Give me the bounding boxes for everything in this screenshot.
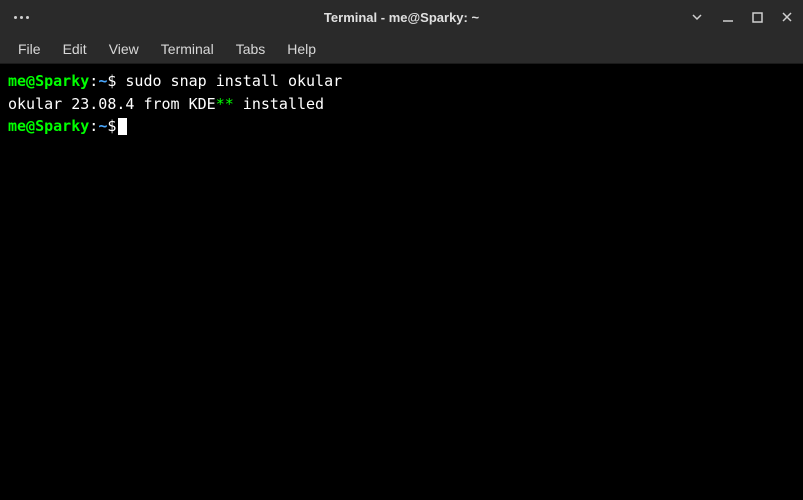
prompt-symbol: $ [107, 117, 116, 135]
terminal-line-3: me@Sparky:~$ [8, 115, 795, 138]
output-text: okular 23.08.4 from KDE [8, 95, 216, 113]
menu-view[interactable]: View [99, 37, 149, 61]
menubar: File Edit View Terminal Tabs Help [0, 34, 803, 64]
terminal-body[interactable]: me@Sparky:~$ sudo snap install okular ok… [0, 64, 803, 500]
command-text: sudo snap install okular [116, 72, 342, 90]
titlebar: Terminal - me@Sparky: ~ [0, 0, 803, 34]
window-title: Terminal - me@Sparky: ~ [324, 10, 479, 25]
menu-file[interactable]: File [8, 37, 51, 61]
prompt-colon: : [89, 117, 98, 135]
collapse-button[interactable] [690, 10, 704, 24]
window-menu-icon[interactable] [0, 16, 29, 19]
verified-marker: ** [216, 95, 234, 113]
close-button[interactable] [781, 11, 793, 23]
maximize-button[interactable] [752, 12, 763, 23]
prompt-userhost: me@Sparky [8, 72, 89, 90]
output-text: installed [234, 95, 324, 113]
menu-edit[interactable]: Edit [53, 37, 97, 61]
menu-help[interactable]: Help [277, 37, 326, 61]
prompt-path: ~ [98, 72, 107, 90]
minimize-button[interactable] [722, 11, 734, 23]
prompt-path: ~ [98, 117, 107, 135]
terminal-line-1: me@Sparky:~$ sudo snap install okular [8, 70, 795, 93]
prompt-userhost: me@Sparky [8, 117, 89, 135]
menu-terminal[interactable]: Terminal [151, 37, 224, 61]
terminal-line-2: okular 23.08.4 from KDE** installed [8, 93, 795, 116]
cursor [118, 118, 127, 135]
prompt-colon: : [89, 72, 98, 90]
menu-tabs[interactable]: Tabs [226, 37, 276, 61]
